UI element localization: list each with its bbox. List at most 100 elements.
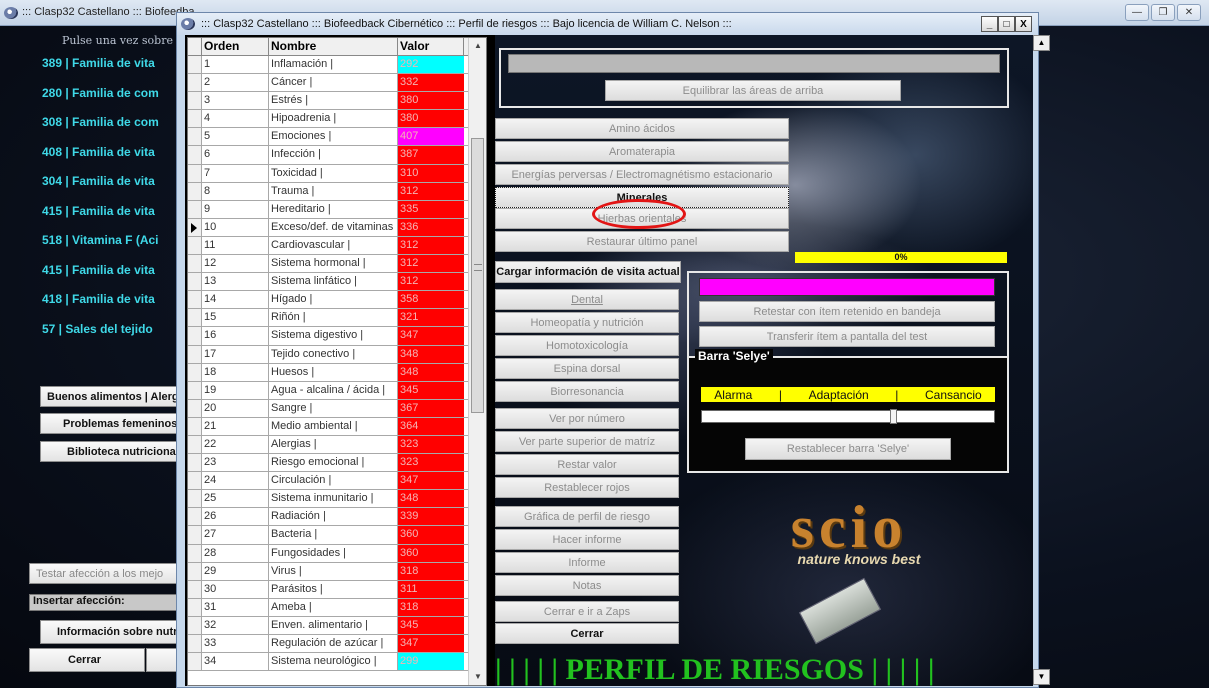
row-indicator[interactable] <box>188 635 202 653</box>
grid-scroll-thumb[interactable] <box>471 138 484 413</box>
cell-nombre[interactable]: Riñón | <box>269 309 398 327</box>
table-row[interactable]: 2 Cáncer | 332 <box>188 74 486 93</box>
cell-nombre[interactable]: Fungosidades | <box>269 544 398 562</box>
cell-valor[interactable]: 312 <box>398 273 464 291</box>
grid-scrollbar[interactable]: ▲ ▼ <box>468 38 486 685</box>
row-indicator[interactable] <box>188 309 202 327</box>
informacion-nutricion-button[interactable]: Información sobre nutri <box>40 620 180 644</box>
table-row[interactable]: 14 Hígado | 358 <box>188 291 486 310</box>
table-row[interactable]: 23 Riesgo emocional | 323 <box>188 454 486 473</box>
cell-orden[interactable]: 2 <box>202 74 269 92</box>
cell-nombre[interactable]: Parásitos | <box>269 580 398 598</box>
cell-valor[interactable]: 312 <box>398 182 464 200</box>
row-indicator[interactable] <box>188 236 202 255</box>
cell-nombre[interactable]: Exceso/def. de vitaminas | <box>269 218 398 236</box>
cell-valor[interactable]: 312 <box>398 255 464 273</box>
background-extra-button[interactable] <box>146 648 180 672</box>
cell-valor[interactable]: 360 <box>398 544 464 562</box>
cell-nombre[interactable]: Hereditario | <box>269 200 398 218</box>
family-item[interactable]: 308 | Familia de com <box>42 115 182 145</box>
cell-orden[interactable]: 24 <box>202 472 269 490</box>
cell-nombre[interactable]: Radiación | <box>269 508 398 526</box>
row-indicator[interactable] <box>188 92 202 110</box>
notas-button[interactable]: Notas <box>495 575 679 596</box>
cell-orden[interactable]: 21 <box>202 417 269 435</box>
buenos-alimentos-button[interactable]: Buenos alimentos | Alerg <box>40 386 180 407</box>
row-indicator[interactable] <box>188 508 202 526</box>
cell-nombre[interactable]: Medio ambiental | <box>269 417 398 435</box>
close-button[interactable]: X <box>1015 16 1032 32</box>
window-scrollbar[interactable]: ▲ ▼ <box>1033 35 1050 686</box>
dental-button[interactable]: Dental <box>495 289 679 310</box>
family-item[interactable]: 415 | Familia de vita <box>42 204 182 234</box>
table-row[interactable]: 33 Regulación de azúcar | 347 <box>188 635 486 654</box>
cell-nombre[interactable]: Sangre | <box>269 399 398 417</box>
cell-orden[interactable]: 15 <box>202 309 269 327</box>
table-row[interactable]: 5 Emociones | 407 <box>188 128 486 147</box>
cell-nombre[interactable]: Trauma | <box>269 182 398 200</box>
cell-valor[interactable]: 323 <box>398 454 464 472</box>
cell-nombre[interactable]: Circulación | <box>269 472 398 490</box>
cell-valor[interactable]: 345 <box>398 616 464 634</box>
table-row[interactable]: 6 Infección | 387 <box>188 146 486 165</box>
row-indicator[interactable] <box>188 454 202 472</box>
table-row[interactable]: 11 Cardiovascular | 312 <box>188 236 486 256</box>
row-indicator[interactable] <box>188 164 202 182</box>
cell-valor[interactable]: 332 <box>398 74 464 92</box>
equilibrar-button[interactable]: Equilibrar las áreas de arriba <box>605 80 901 101</box>
table-row[interactable]: 28 Fungosidades | 360 <box>188 544 486 563</box>
family-item[interactable]: 518 | Vitamina F (Aci <box>42 233 182 263</box>
row-indicator[interactable] <box>188 363 202 381</box>
cell-orden[interactable]: 25 <box>202 490 269 508</box>
cerrar-zaps-button[interactable]: Cerrar e ir a Zaps <box>495 601 679 622</box>
cell-valor[interactable]: 321 <box>398 309 464 327</box>
row-indicator[interactable] <box>188 399 202 417</box>
table-row[interactable]: 16 Sistema digestivo | 347 <box>188 327 486 346</box>
biorresonancia-button[interactable]: Biorresonancia <box>495 381 679 402</box>
maximize-button[interactable]: □ <box>998 16 1015 32</box>
insertar-afeccion-field[interactable]: Insertar afección: <box>29 594 179 611</box>
row-indicator[interactable] <box>188 291 202 309</box>
cell-nombre[interactable]: Enven. alimentario | <box>269 616 398 634</box>
informe-button[interactable]: Informe <box>495 552 679 573</box>
table-row[interactable]: 31 Ameba | 318 <box>188 598 486 617</box>
cell-valor[interactable]: 336 <box>398 218 464 236</box>
cell-valor[interactable]: 364 <box>398 417 464 435</box>
cell-nombre[interactable]: Ameba | <box>269 598 398 616</box>
cell-orden[interactable]: 32 <box>202 616 269 634</box>
row-indicator[interactable] <box>188 182 202 200</box>
cell-orden[interactable]: 9 <box>202 200 269 218</box>
minimize-button[interactable]: — <box>1125 4 1149 21</box>
row-indicator[interactable] <box>188 200 202 218</box>
table-row[interactable]: 32 Enven. alimentario | 345 <box>188 616 486 635</box>
row-indicator[interactable] <box>188 273 202 291</box>
cell-valor[interactable]: 318 <box>398 598 464 616</box>
table-row[interactable]: 15 Riñón | 321 <box>188 309 486 328</box>
cell-orden[interactable]: 11 <box>202 236 269 255</box>
row-indicator[interactable] <box>188 417 202 435</box>
table-row[interactable]: 19 Agua - alcalina / ácida | 345 <box>188 381 486 400</box>
row-indicator[interactable] <box>188 345 202 363</box>
testar-afeccion-button[interactable]: Testar afección a los mejo <box>29 563 179 584</box>
cell-orden[interactable]: 26 <box>202 508 269 526</box>
row-indicator[interactable] <box>188 544 202 562</box>
row-indicator[interactable] <box>188 526 202 544</box>
cell-valor[interactable]: 318 <box>398 562 464 580</box>
cell-nombre[interactable]: Cáncer | <box>269 74 398 92</box>
cell-orden[interactable]: 1 <box>202 56 269 74</box>
family-item[interactable]: 389 | Familia de vita <box>42 56 182 86</box>
header-valor[interactable]: Valor <box>398 38 464 55</box>
cell-valor[interactable]: 348 <box>398 345 464 363</box>
restar-valor-button[interactable]: Restar valor <box>495 454 679 475</box>
row-indicator[interactable] <box>188 490 202 508</box>
cell-valor[interactable]: 380 <box>398 92 464 110</box>
cell-valor[interactable]: 335 <box>398 200 464 218</box>
header-orden[interactable]: Orden <box>202 38 269 55</box>
retestar-button[interactable]: Retestar con ítem retenido en bandeja <box>699 301 995 322</box>
cell-nombre[interactable]: Cardiovascular | <box>269 236 398 255</box>
restablecer-selye-button[interactable]: Restablecer barra 'Selye' <box>745 438 951 460</box>
ver-parte-superior-button[interactable]: Ver parte superior de matríz <box>495 431 679 452</box>
table-row[interactable]: 25 Sistema inmunitario | 348 <box>188 490 486 509</box>
table-row[interactable]: 30 Parásitos | 311 <box>188 580 486 599</box>
scroll-down-icon[interactable]: ▼ <box>1033 669 1050 685</box>
